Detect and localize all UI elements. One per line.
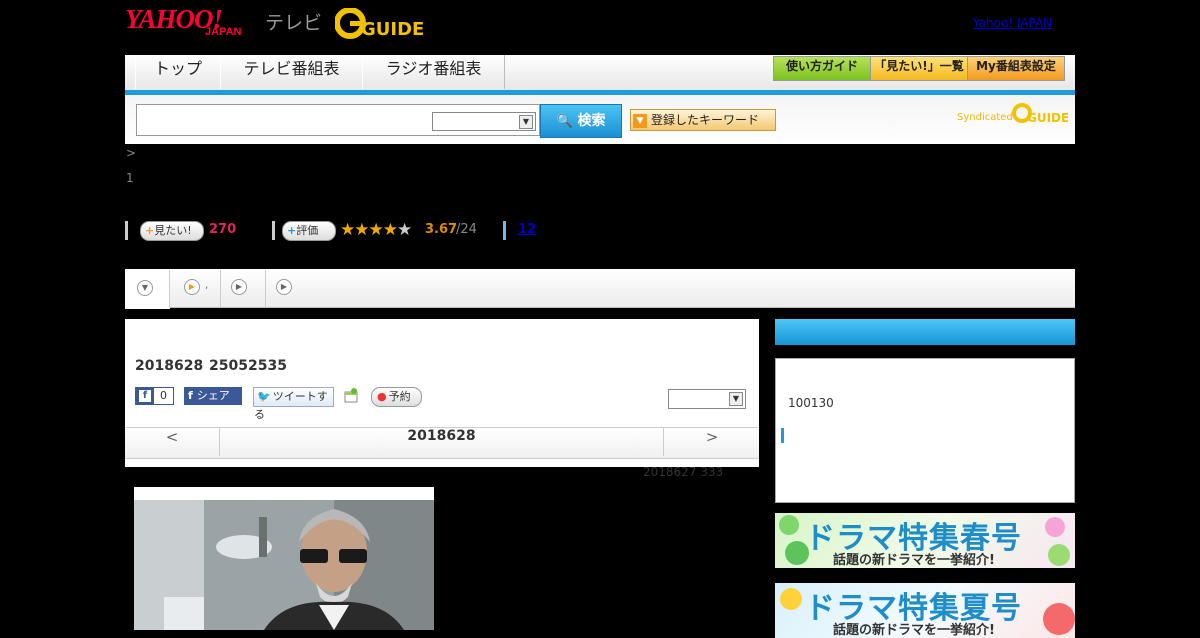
dropdown-arrow-icon: ▼ xyxy=(633,113,647,128)
half-star-icon: ★ xyxy=(382,220,398,240)
tab-detail[interactable]: ▼ xyxy=(125,270,170,309)
calendar-icon[interactable] xyxy=(343,388,359,404)
stat-divider xyxy=(125,221,128,240)
star-icon: ★★★ xyxy=(340,220,384,240)
search-button[interactable]: 🔍 検索 xyxy=(540,104,622,138)
channel-select[interactable]: ▼ xyxy=(668,389,746,409)
pager-next-button[interactable]: > xyxy=(663,428,760,456)
play-icon: ▶ xyxy=(276,279,292,295)
reserve-label: 予約 xyxy=(388,390,411,403)
facebook-icon: f xyxy=(139,390,151,402)
facebook-share-button[interactable]: f シェア xyxy=(184,387,242,405)
tab-item-2[interactable]: ▶ , xyxy=(170,270,221,307)
broadcast-time: 25052535 xyxy=(209,358,287,374)
program-footnote: 2018627 333 xyxy=(643,465,724,479)
my-listings-button[interactable]: My番組表設定 xyxy=(967,56,1065,81)
yahoo-japan-link[interactable]: Yahoo! JAPAN xyxy=(973,16,1052,30)
plus-icon: + xyxy=(145,224,155,237)
svg-text:GUIDE: GUIDE xyxy=(1027,111,1068,124)
mitai-button[interactable]: +見たい! xyxy=(140,221,204,241)
tab-tv-listings[interactable]: テレビ番組表 xyxy=(220,55,363,89)
rating-count: /24 xyxy=(456,222,477,237)
mitai-list-button[interactable]: 「見たい!」一覧 xyxy=(870,56,968,81)
mitai-label: 見たい! xyxy=(154,224,192,237)
yahoo-japan-logo: JAPAN xyxy=(205,26,242,38)
search-icon: 🔍 xyxy=(556,114,573,129)
tab-item-3[interactable]: ▶ xyxy=(221,270,266,307)
svg-text:GUIDE: GUIDE xyxy=(361,19,424,39)
guide-button[interactable]: 使い方ガイド xyxy=(773,56,871,81)
banner-subtitle: 話題の新ドラマを一挙紹介! xyxy=(833,553,995,568)
drama-spring-banner[interactable]: ドラマ特集春号 話題の新ドラマを一挙紹介! xyxy=(775,513,1075,568)
sidebar-info-text: 100130 xyxy=(788,396,834,410)
rate-button[interactable]: +評価 xyxy=(282,221,336,241)
facebook-like-button[interactable]: f0 xyxy=(135,387,174,405)
gguide-logo[interactable]: GUIDE xyxy=(335,8,427,39)
registered-keywords-button[interactable]: ▼ 登録したキーワード xyxy=(630,109,776,131)
plus-icon: + xyxy=(287,224,297,237)
sidebar-header xyxy=(775,319,1075,345)
broadcast-date: 2018628 xyxy=(135,358,204,374)
sidebar-section-marker xyxy=(781,428,784,443)
play-icon: ▶ xyxy=(231,279,247,295)
mitai-count: 270 xyxy=(209,222,237,237)
rate-label: 評価 xyxy=(296,224,319,237)
chevron-down-icon: ▼ xyxy=(137,280,153,296)
tab-top[interactable]: トップ xyxy=(135,55,221,89)
star-empty-icon: ★ xyxy=(396,220,412,240)
syndicated-gguide-logo: GUIDE xyxy=(1012,103,1068,124)
reserve-button[interactable]: ● 予約 xyxy=(371,387,422,407)
review-count-link[interactable]: 12 xyxy=(518,222,536,237)
chevron-down-icon: ▼ xyxy=(729,392,743,406)
twitter-bird-icon: 🐦 xyxy=(257,390,271,403)
tweet-button[interactable]: 🐦 ツイートする xyxy=(253,387,334,421)
stat-divider xyxy=(272,221,275,240)
pager-current-date: 2018628 xyxy=(407,428,476,444)
facebook-like-count: 0 xyxy=(154,388,173,404)
stat-divider xyxy=(503,221,506,240)
record-icon: ● xyxy=(377,390,387,403)
tab-radio-listings[interactable]: ラジオ番組表 xyxy=(362,55,505,89)
tv-logo: テレビ xyxy=(265,12,323,34)
banner-subtitle: 話題の新ドラマを一挙紹介! xyxy=(833,623,995,638)
breadcrumb-arrow[interactable]: > xyxy=(126,146,136,160)
tab-item-4[interactable]: ▶ xyxy=(266,270,302,307)
chevron-down-icon: ▼ xyxy=(519,115,533,129)
search-button-label: 検索 xyxy=(577,113,606,129)
breadcrumb-line: 1 xyxy=(126,171,134,185)
program-photo xyxy=(134,487,434,630)
facebook-icon: f xyxy=(188,389,193,402)
keyword-button-label: 登録したキーワード xyxy=(651,113,760,127)
pager-prev-button[interactable]: < xyxy=(125,428,220,456)
search-category-select[interactable]: ▼ xyxy=(432,112,536,131)
syndicated-label: Syndicated xyxy=(957,112,1013,123)
facebook-share-label: シェア xyxy=(196,389,230,402)
play-icon: ▶ xyxy=(184,279,200,295)
rating-value: 3.67 xyxy=(425,222,458,237)
sidebar-info-box: 100130 xyxy=(775,358,1075,503)
rating-stars: ★★★★★ xyxy=(340,220,412,240)
